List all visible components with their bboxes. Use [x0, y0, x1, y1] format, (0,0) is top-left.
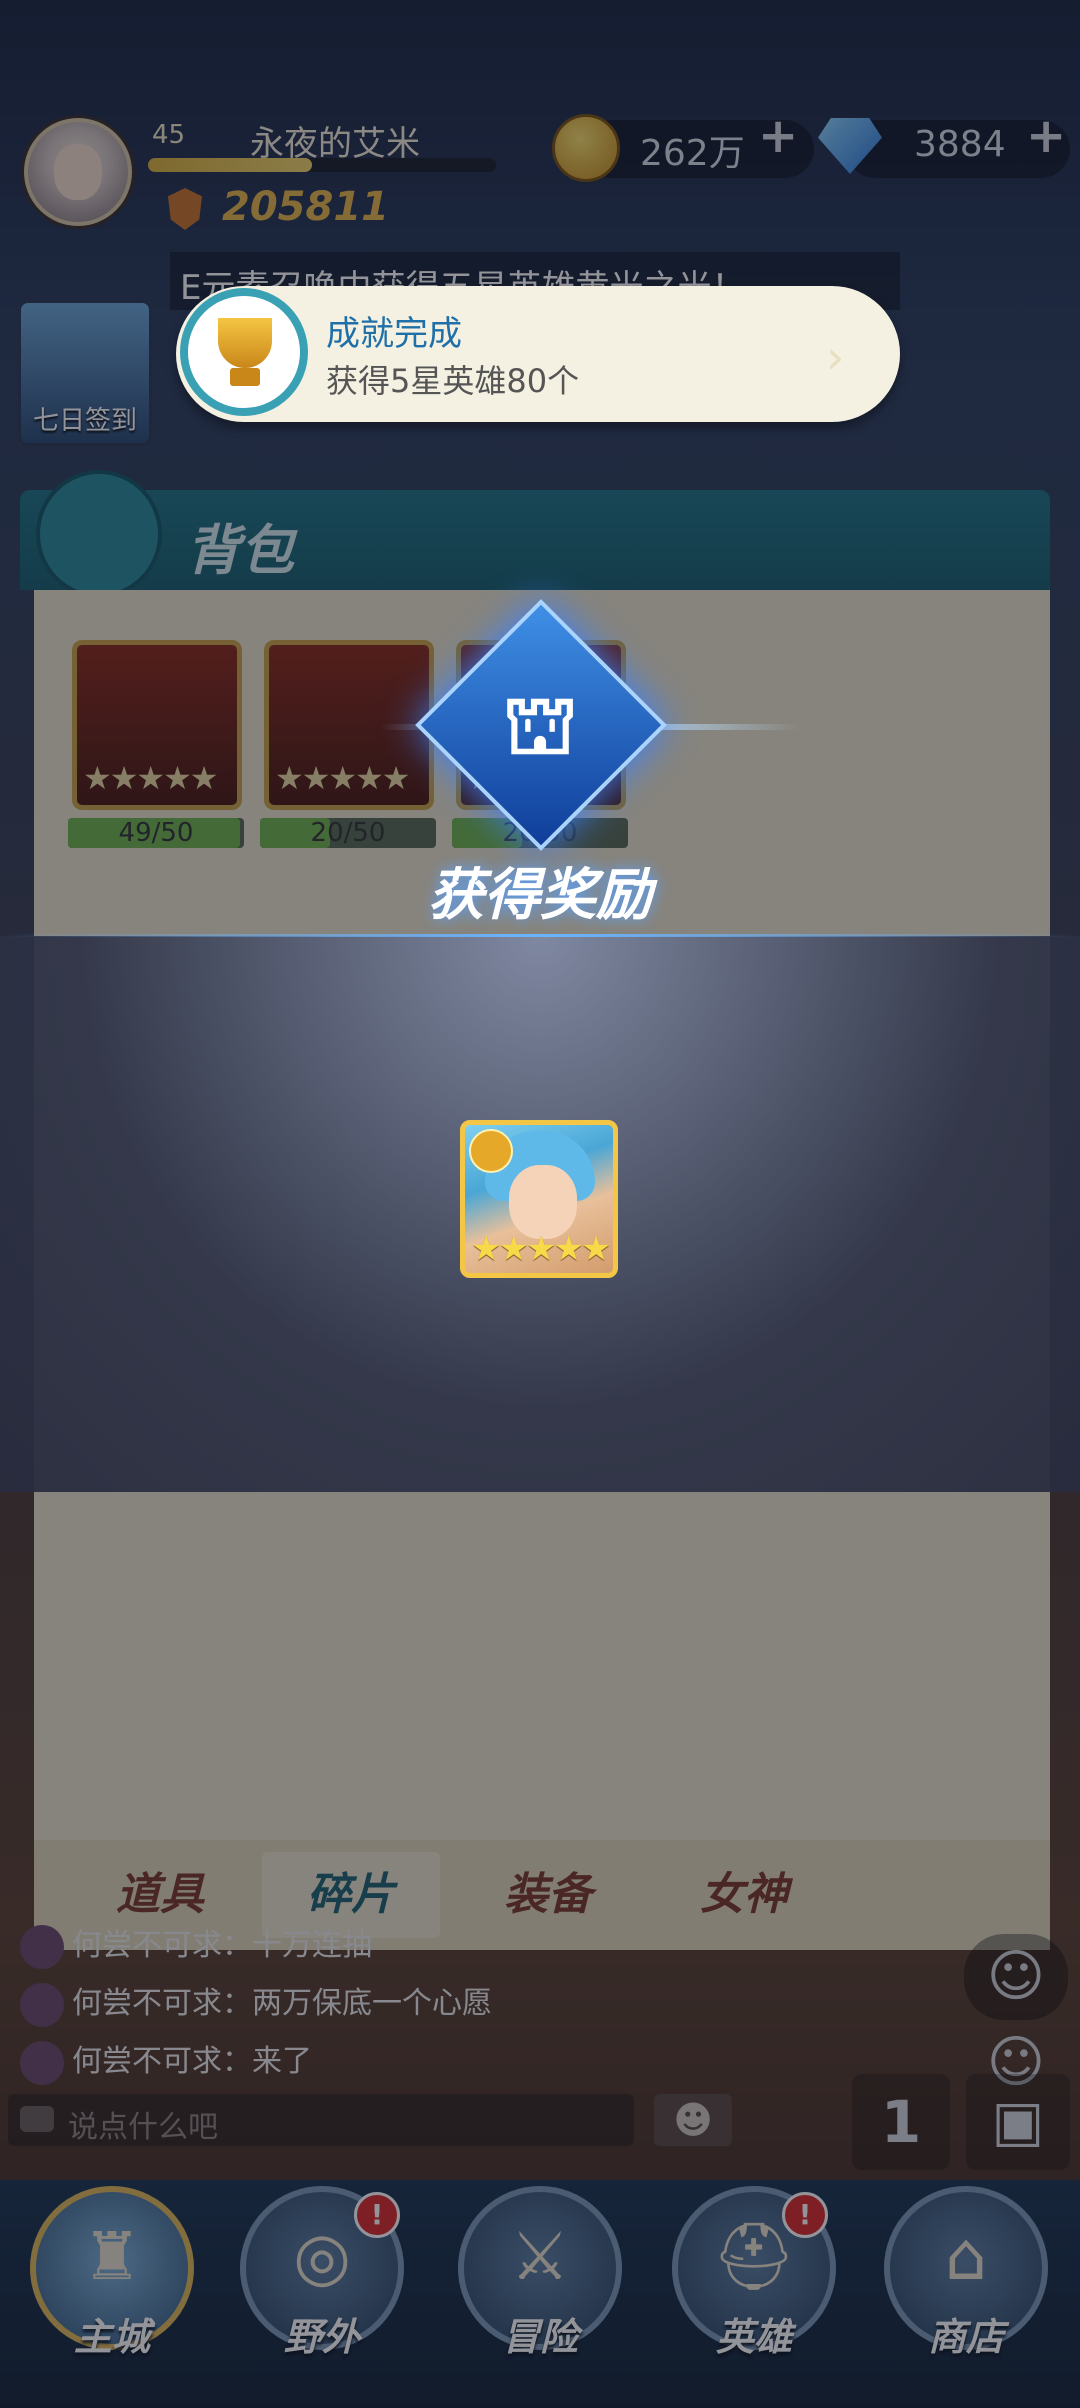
reward-divider: [0, 934, 1080, 937]
chest-icon: ⛫: [502, 678, 578, 773]
achievement-subtitle: 获得5星英雄80个: [326, 362, 580, 400]
light-element-icon: [469, 1129, 513, 1173]
achievement-badge: [180, 288, 308, 416]
achievement-title: 成就完成: [326, 314, 462, 354]
chevron-right-icon[interactable]: ›: [826, 330, 844, 384]
reward-title: 获得奖励: [428, 863, 652, 928]
hero-stars: ★★★★★: [471, 1229, 611, 1269]
hero-reward-card[interactable]: ★★★★★: [460, 1120, 618, 1278]
trophy-icon: [218, 318, 272, 368]
